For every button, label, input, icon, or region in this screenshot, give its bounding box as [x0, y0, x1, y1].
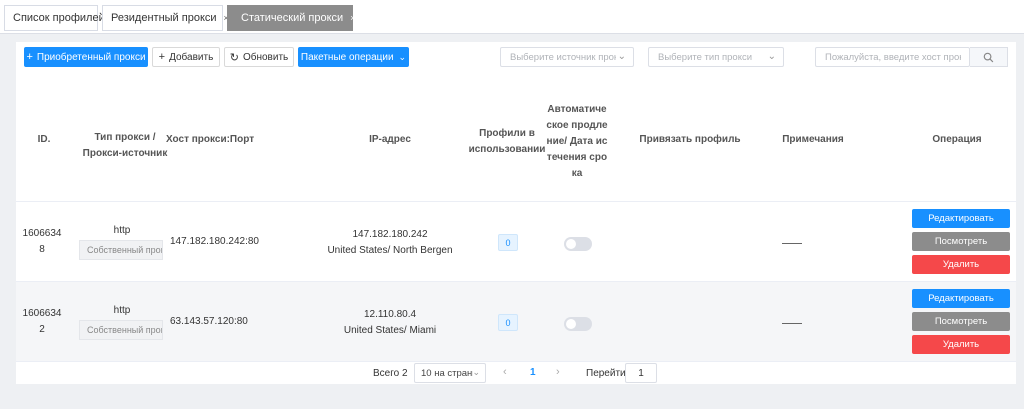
- proxy-host-placeholder: Пожалуйста, введите хост прокси: [825, 51, 961, 63]
- column-header-ip: IP-адрес: [369, 134, 411, 145]
- row-proxy-type: http: [113, 225, 131, 236]
- batch-operations-label: Пакетные операции: [300, 51, 394, 63]
- auto-renew-toggle[interactable]: [564, 237, 592, 251]
- page-size-value: 10 на странице: [421, 367, 473, 379]
- row-id: 1606634 8: [20, 224, 64, 260]
- chevron-down-icon: ⌄: [472, 367, 480, 377]
- delete-button[interactable]: Удалить: [912, 255, 1010, 274]
- purchased-proxy-button[interactable]: + Приобретенный прокси: [24, 47, 148, 67]
- edit-button[interactable]: Редактировать: [912, 209, 1010, 228]
- proxy-host-input[interactable]: Пожалуйста, введите хост прокси: [815, 47, 970, 67]
- row-proxy-source-text: Собственный прокси: [87, 245, 162, 255]
- tab-label: Статический прокси: [241, 12, 344, 24]
- prev-page-icon[interactable]: ‹: [503, 366, 507, 378]
- notes-empty-dash: [782, 323, 802, 324]
- row-id-line: 1606634: [22, 308, 62, 319]
- add-button[interactable]: + Добавить: [152, 47, 220, 67]
- chevron-down-icon: ⌄: [398, 51, 407, 62]
- row-ip-address: 147.182.180.242 United States/ North Ber…: [310, 226, 470, 260]
- proxy-type-select[interactable]: Выберите тип прокси ⌄: [648, 47, 784, 67]
- column-header-bind-profile: Привязать профиль: [639, 134, 741, 145]
- tab-bar: Список профилей Резидентный прокси × Ста…: [0, 0, 1024, 34]
- row-proxy-host: 147.182.180.242:80: [170, 236, 259, 247]
- current-page-number[interactable]: 1: [530, 367, 536, 378]
- column-header-auto-renew: Автоматическое продление/ Дата истечения…: [546, 104, 608, 179]
- toggle-knob: [566, 239, 576, 249]
- main-panel: + Приобретенный прокси + Добавить ↻ Обно…: [16, 42, 1016, 384]
- add-label: Добавить: [169, 51, 214, 63]
- pagination-total: Всего 2: [373, 367, 408, 379]
- search-button[interactable]: [970, 47, 1008, 67]
- chevron-down-icon: ⌄: [617, 51, 626, 62]
- row-ip: 147.182.180.242: [352, 229, 428, 240]
- goto-label: Перейти: [586, 367, 626, 379]
- toggle-knob: [566, 319, 576, 329]
- auto-renew-toggle[interactable]: [564, 317, 592, 331]
- row-proxy-host: 63.143.57.120:80: [170, 316, 248, 327]
- tab-resident-proxy[interactable]: Резидентный прокси ×: [102, 5, 229, 31]
- view-button[interactable]: Посмотреть: [912, 312, 1010, 331]
- batch-operations-button[interactable]: Пакетные операции ⌄: [298, 47, 409, 67]
- row-location: United States/ North Bergen: [327, 245, 453, 256]
- refresh-icon: ↻: [229, 51, 239, 64]
- row-proxy-type: http: [113, 305, 131, 316]
- tab-label: Резидентный прокси: [111, 12, 217, 24]
- plus-icon: +: [158, 51, 166, 63]
- refresh-label: Обновить: [242, 51, 289, 63]
- next-page-icon[interactable]: ›: [556, 366, 560, 378]
- tab-profile-list[interactable]: Список профилей: [4, 5, 105, 31]
- row-profiles-count: 0: [498, 314, 518, 331]
- proxy-source-placeholder: Выберите источник прокси: [510, 51, 616, 63]
- row-profiles-count: 0: [498, 234, 518, 251]
- tab-label: Список профилей: [13, 12, 105, 24]
- column-header-type: Тип прокси / Прокси-источник: [82, 132, 168, 159]
- row-location: United States/ Miami: [343, 325, 437, 336]
- row-id-line: 8: [39, 244, 45, 255]
- table-row: 1606634 8 http Собственный прокси 147.18…: [16, 202, 1016, 282]
- delete-button[interactable]: Удалить: [912, 335, 1010, 354]
- row-proxy-source: Собственный прокси: [79, 240, 163, 260]
- proxy-source-select[interactable]: Выберите источник прокси ⌄: [500, 47, 634, 67]
- proxy-type-placeholder: Выберите тип прокси: [658, 51, 753, 63]
- table-row: 1606634 2 http Собственный прокси 63.143…: [16, 282, 1016, 362]
- plus-icon: +: [26, 51, 33, 63]
- notes-empty-dash: [782, 243, 802, 244]
- row-id-line: 1606634: [22, 228, 62, 239]
- column-header-host: Хост прокси:Порт: [166, 134, 255, 145]
- column-header-operation: Операция: [932, 134, 982, 145]
- search-icon: [983, 52, 994, 62]
- close-icon[interactable]: ×: [350, 13, 355, 23]
- row-id: 1606634 2: [20, 304, 64, 340]
- tab-static-proxy[interactable]: Статический прокси ×: [227, 5, 355, 31]
- edit-button[interactable]: Редактировать: [912, 289, 1010, 308]
- row-id-line: 2: [39, 324, 45, 335]
- column-header-profiles: Профили в использовании: [468, 128, 546, 155]
- row-proxy-source-text: Собственный прокси: [87, 325, 162, 335]
- column-header-notes: Примечания: [782, 134, 844, 145]
- purchased-proxy-label: Приобретенный прокси: [36, 51, 146, 63]
- page-size-select[interactable]: 10 на странице ⌄: [414, 363, 486, 383]
- row-proxy-source: Собственный прокси: [79, 320, 163, 340]
- refresh-button[interactable]: ↻ Обновить: [224, 47, 294, 67]
- column-header-id: ID.: [37, 134, 51, 145]
- chevron-down-icon: ⌄: [767, 51, 776, 62]
- view-button[interactable]: Посмотреть: [912, 232, 1010, 251]
- row-ip: 12.110.80.4: [363, 309, 417, 320]
- pagination: Всего 2 10 на странице ⌄ ‹ 1 › Перейти 1: [16, 362, 1016, 384]
- table-header: ID. Тип прокси / Прокси-источник Хост пр…: [16, 78, 1016, 202]
- goto-page-input[interactable]: 1: [625, 363, 657, 383]
- row-ip-address: 12.110.80.4 United States/ Miami: [310, 306, 470, 340]
